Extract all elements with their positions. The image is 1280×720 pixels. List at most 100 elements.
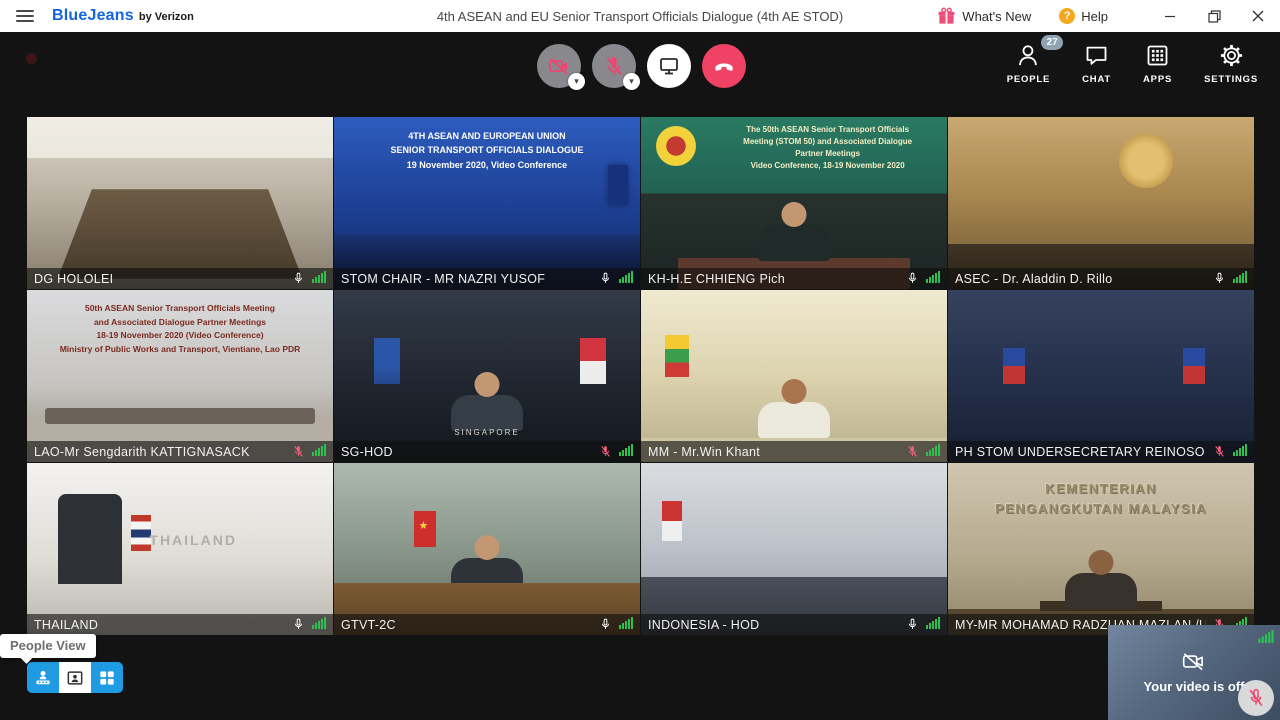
titlebar: BlueJeans by Verizon 4th ASEAN and EU Se… — [0, 0, 1280, 32]
participant-tile[interactable]: 50th ASEAN Senior Transport Officials Me… — [27, 290, 333, 462]
participant-name: INDONESIA - HOD — [648, 618, 899, 632]
gift-icon — [937, 7, 956, 26]
video-grid: DG HOLOLEI — [27, 117, 1254, 634]
participant-tile[interactable]: THAILAND THAILAND — [27, 463, 333, 635]
participant-name: MM - Mr.Win Khant — [648, 445, 899, 459]
participant-name: THAILAND — [34, 618, 285, 632]
participant-silhouette — [1065, 573, 1137, 609]
chat-panel-button[interactable]: CHAT — [1082, 42, 1111, 85]
participant-video: The 50th ASEAN Senior Transport Official… — [641, 117, 947, 289]
self-video-status: Your video is off — [1144, 679, 1245, 694]
participant-tile[interactable]: PH STOM UNDERSECRETARY REINOSO — [948, 290, 1254, 462]
participant-tile[interactable]: INDONESIA - HOD — [641, 463, 947, 635]
participant-tile[interactable]: The 50th ASEAN Senior Transport Official… — [641, 117, 947, 289]
whats-new-button[interactable]: What's New — [937, 7, 1031, 26]
participant-signal-icon — [926, 443, 940, 461]
participant-signal-icon — [619, 443, 633, 461]
apps-panel-button[interactable]: APPS — [1143, 42, 1172, 85]
video-overlay-text: THAILAND — [149, 532, 237, 548]
participant-mic-status-icon — [906, 617, 919, 632]
minimize-button[interactable] — [1148, 0, 1192, 32]
settings-panel-button[interactable]: SETTINGS — [1204, 42, 1258, 85]
people-label: PEOPLE — [1007, 74, 1050, 85]
participant-signal-icon — [312, 270, 326, 288]
view-tooltip: People View — [0, 634, 96, 658]
participant-mic-status-icon — [292, 617, 305, 632]
participant-signal-icon — [619, 616, 633, 634]
video-overlay-text: The 50th ASEAN Senior Transport Official… — [721, 124, 935, 172]
participant-video — [948, 290, 1254, 462]
participant-mic-status-icon — [599, 271, 612, 286]
participant-mic-status-icon — [292, 271, 305, 286]
participant-namebar: THAILAND — [27, 614, 333, 635]
self-unmute-button[interactable] — [1238, 680, 1274, 716]
speaker-view-icon — [65, 668, 85, 688]
participant-video: KEMENTERIAN PENGANGKUTAN MALAYSIA — [948, 463, 1254, 635]
participant-tile[interactable]: DG HOLOLEI — [27, 117, 333, 289]
panel-bar: 27 PEOPLE CHAT APPS — [1007, 42, 1258, 85]
participant-signal-icon — [619, 270, 633, 288]
people-panel-button[interactable]: 27 PEOPLE — [1007, 42, 1050, 85]
settings-label: SETTINGS — [1204, 74, 1258, 85]
participant-video: 50th ASEAN Senior Transport Officials Me… — [27, 290, 333, 462]
participant-mic-status-icon — [1213, 271, 1226, 286]
video-overlay-text: KEMENTERIAN PENGANGKUTAN MALAYSIA — [948, 479, 1254, 518]
call-controls: ▾ ▾ — [537, 44, 746, 88]
participant-tile[interactable]: MM - Mr.Win Khant — [641, 290, 947, 462]
participant-namebar: KH-H.E CHHIENG Pich — [641, 268, 947, 289]
apps-icon — [1144, 42, 1171, 69]
brand-name: BlueJeans — [52, 7, 134, 25]
participant-namebar: MM - Mr.Win Khant — [641, 441, 947, 462]
participant-name: LAO-Mr Sengdarith KATTIGNASACK — [34, 445, 285, 459]
participant-namebar: DG HOLOLEI — [27, 268, 333, 289]
restore-button[interactable] — [1192, 0, 1236, 32]
participant-namebar: ASEC - Dr. Aladdin D. Rillo — [948, 268, 1254, 289]
participant-name: PH STOM UNDERSECRETARY REINOSO — [955, 445, 1206, 459]
participant-video: THAILAND — [27, 463, 333, 635]
participant-signal-icon — [312, 616, 326, 634]
help-button[interactable]: ? Help — [1059, 8, 1108, 24]
participant-tile[interactable]: 4TH ASEAN AND EUROPEAN UNION SENIOR TRAN… — [334, 117, 640, 289]
participant-mic-status-icon — [599, 444, 612, 459]
participant-mic-status-icon — [292, 444, 305, 459]
help-label: Help — [1081, 9, 1108, 24]
hamburger-menu-icon[interactable] — [16, 10, 34, 22]
hangup-button[interactable] — [702, 44, 746, 88]
bluejeans-app: BlueJeans by Verizon 4th ASEAN and EU Se… — [0, 0, 1280, 720]
mic-muted-icon — [602, 54, 626, 78]
titlebar-right: What's New ? Help — [937, 0, 1280, 32]
people-count-badge: 27 — [1041, 35, 1063, 50]
participant-mic-status-icon — [906, 444, 919, 459]
participant-namebar: INDONESIA - HOD — [641, 614, 947, 635]
view-switcher — [27, 662, 123, 693]
participant-namebar: SG-HOD — [334, 441, 640, 462]
participant-tile[interactable]: ASEC - Dr. Aladdin D. Rillo — [948, 117, 1254, 289]
camera-off-icon — [547, 54, 571, 78]
people-view-button[interactable] — [27, 662, 59, 693]
gallery-view-button[interactable] — [91, 662, 123, 693]
participant-tile[interactable]: KEMENTERIAN PENGANGKUTAN MALAYSIA MY-MR … — [948, 463, 1254, 635]
camera-options-chevron[interactable]: ▾ — [568, 73, 585, 90]
participant-signal-icon — [1233, 270, 1247, 288]
share-screen-button[interactable] — [647, 44, 691, 88]
participant-silhouette — [758, 225, 830, 261]
participant-video — [334, 463, 640, 635]
participant-video — [641, 290, 947, 462]
speaker-view-button[interactable] — [59, 662, 91, 693]
participant-namebar: GTVT-2C — [334, 614, 640, 635]
self-view[interactable]: Your video is off — [1108, 625, 1280, 720]
participant-tile[interactable]: SINGAPORE SG-HOD — [334, 290, 640, 462]
close-button[interactable] — [1236, 0, 1280, 32]
participant-namebar: LAO-Mr Sengdarith KATTIGNASACK — [27, 441, 333, 462]
participant-silhouette — [451, 395, 523, 431]
self-mic-muted-icon — [1246, 687, 1266, 709]
apps-label: APPS — [1143, 74, 1172, 85]
participant-tile[interactable]: GTVT-2C — [334, 463, 640, 635]
participant-name: SG-HOD — [341, 445, 592, 459]
participant-video — [641, 463, 947, 635]
participant-name: KH-H.E CHHIENG Pich — [648, 272, 899, 286]
mic-options-chevron[interactable]: ▾ — [623, 73, 640, 90]
people-icon — [1015, 42, 1042, 69]
help-icon: ? — [1059, 8, 1075, 24]
participant-mic-status-icon — [599, 617, 612, 632]
